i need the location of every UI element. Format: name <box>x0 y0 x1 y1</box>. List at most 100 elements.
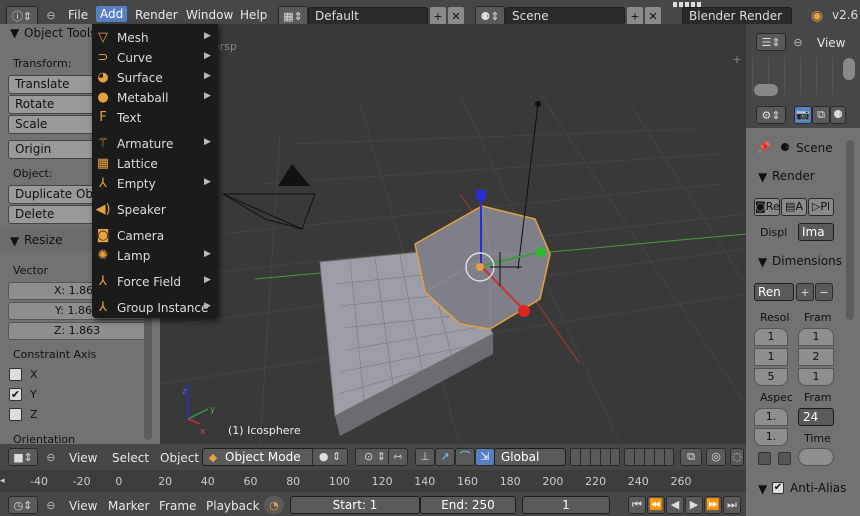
orientation-select[interactable]: Global <box>494 448 566 466</box>
outliner-menu-view[interactable]: View <box>817 36 845 50</box>
transform-manipulator-icon[interactable]: ⊥ <box>415 448 435 466</box>
viewport-shading-select[interactable]: ● ⇕ <box>312 448 348 466</box>
render-image-button[interactable]: ◙Ren <box>754 198 780 216</box>
jump-end-icon[interactable]: ⏭ <box>723 496 741 514</box>
fps-select[interactable]: 24 <box>798 408 834 426</box>
outliner-hscroll[interactable] <box>754 84 778 96</box>
properties-editor-icon[interactable]: ⚙⇕ <box>756 106 786 124</box>
current-frame-field[interactable]: 1 <box>522 496 610 514</box>
axis-z-checkbox[interactable] <box>9 408 22 421</box>
menu-select[interactable]: Select <box>112 451 149 465</box>
translate-manipulator-icon[interactable]: ↗ <box>435 448 455 466</box>
play-reverse-icon[interactable]: ◀ <box>666 496 684 514</box>
layers-grid-a[interactable] <box>570 448 620 466</box>
scene-tab-icon[interactable]: ⚈ <box>830 106 846 124</box>
frame-end-field[interactable]: 2 <box>798 348 834 366</box>
properties-scrollbar[interactable] <box>846 140 854 320</box>
layers-grid-b[interactable] <box>624 448 674 466</box>
aspect-y-field[interactable]: 1. <box>754 428 788 446</box>
render-engine-select[interactable]: Blender Render <box>682 7 792 25</box>
add-region-icon[interactable]: + <box>730 52 744 66</box>
frame-step-field[interactable]: 1 <box>798 368 834 386</box>
add-menu-item-metaball[interactable]: ● Metaball ▶ <box>92 88 218 108</box>
render-animation-button[interactable]: ▤A <box>781 198 807 216</box>
add-menu-item-armature[interactable]: ⚚ Armature ▶ <box>92 134 218 154</box>
render-panel-header[interactable]: ▼ Render <box>752 167 842 187</box>
layout-field[interactable]: Default <box>308 7 428 25</box>
anti-alias-checkbox[interactable]: ✔ <box>772 482 784 494</box>
time-remap-field[interactable] <box>798 448 834 466</box>
axis-y-checkbox[interactable]: ✔ <box>9 388 22 401</box>
add-menu-item-lattice[interactable]: ▦ Lattice <box>92 154 218 174</box>
display-select[interactable]: Ima <box>798 223 834 241</box>
collapse-menu-icon[interactable]: ⊖ <box>791 35 805 49</box>
end-frame-field[interactable]: End: 250 <box>420 496 516 514</box>
resolution-y-field[interactable]: 1 <box>754 348 788 366</box>
add-menu-item-lamp[interactable]: ✺ Lamp ▶ <box>92 246 218 266</box>
timeline-menu-playback[interactable]: Playback <box>206 499 260 513</box>
render-preset-select[interactable]: Ren <box>754 283 794 301</box>
jump-keyframe-back-icon[interactable]: ⏪ <box>647 496 665 514</box>
dimensions-panel-header[interactable]: ▼ Dimensions <box>752 252 842 272</box>
add-menu-item-curve[interactable]: ⊃ Curve ▶ <box>92 48 218 68</box>
add-menu-item-mesh[interactable]: ▽ Mesh ▶ <box>92 28 218 48</box>
scale-manipulator-icon[interactable]: ⇲ <box>475 448 495 466</box>
rotate-manipulator-icon[interactable]: ⌒ <box>455 448 475 466</box>
crop-checkbox[interactable] <box>778 452 791 465</box>
collapse-menu-icon[interactable]: ⊖ <box>44 8 58 22</box>
play-icon[interactable]: ▶ <box>685 496 703 514</box>
delete-scene-button[interactable]: ✕ <box>645 7 661 25</box>
add-layout-button[interactable]: + <box>430 7 446 25</box>
add-menu-item-group-instance[interactable]: ⅄ Group Instance ▶ <box>92 298 218 318</box>
scene-icon[interactable]: ⚈⇕ <box>475 6 505 26</box>
aspect-x-field[interactable]: 1. <box>754 408 788 426</box>
add-preset-icon[interactable]: + <box>796 283 814 301</box>
snap-icon[interactable]: ◌ <box>730 448 744 466</box>
keying-set-icon[interactable]: ◔ <box>264 496 284 514</box>
jump-start-icon[interactable]: ⏮ <box>628 496 646 514</box>
delete-layout-button[interactable]: ✕ <box>448 7 464 25</box>
render-layers-tab-icon[interactable]: ⧉ <box>812 106 830 124</box>
vector-z-field[interactable]: Z: 1.863 <box>8 322 146 340</box>
editor-type-cube-icon[interactable]: ■⇕ <box>8 448 38 466</box>
outliner-vscroll[interactable] <box>843 58 855 80</box>
menu-file[interactable]: File <box>68 8 88 22</box>
resolution-x-field[interactable]: 1 <box>754 328 788 346</box>
drag-grip-icon[interactable] <box>673 2 703 7</box>
render-tab-icon[interactable]: 📷 <box>794 106 812 124</box>
collapse-menu-icon[interactable]: ⊖ <box>44 450 58 464</box>
scene-field[interactable]: Scene <box>505 7 625 25</box>
add-menu-item-speaker[interactable]: ◀) Speaker <box>92 200 218 220</box>
frame-start-field[interactable]: 1 <box>798 328 834 346</box>
layer-lock-icon[interactable]: ⧉ <box>680 448 702 466</box>
layout-icon[interactable]: ▦⇕ <box>278 6 308 26</box>
timeline-menu-marker[interactable]: Marker <box>108 499 149 513</box>
manipulator-icon[interactable]: ⇿ <box>388 448 408 466</box>
proportional-edit-icon[interactable]: ◎ <box>706 448 726 466</box>
menu-render[interactable]: Render <box>135 8 178 22</box>
start-frame-field[interactable]: Start: 1 <box>290 496 420 514</box>
collapse-menu-icon[interactable]: ⊖ <box>44 498 58 512</box>
scroll-left-icon[interactable]: ◂ <box>0 476 8 488</box>
anti-alias-panel-header[interactable]: ▼ ✔ Anti-Alias <box>752 478 852 500</box>
menu-help[interactable]: Help <box>240 8 267 22</box>
menu-window[interactable]: Window <box>186 8 233 22</box>
editor-type-button[interactable]: ⓘ⇕ <box>6 6 38 26</box>
remove-preset-icon[interactable]: − <box>815 283 833 301</box>
add-menu-item-force-field[interactable]: ⅄ Force Field ▶ <box>92 272 218 292</box>
timeline-editor-icon[interactable]: ◷⇕ <box>8 496 38 514</box>
add-scene-button[interactable]: + <box>627 7 643 25</box>
timeline-menu-frame[interactable]: Frame <box>159 499 196 513</box>
jump-keyframe-forward-icon[interactable]: ⏩ <box>704 496 722 514</box>
menu-view[interactable]: View <box>69 451 97 465</box>
pin-icon[interactable]: 📌 <box>756 139 772 155</box>
menu-add[interactable]: Add <box>96 6 128 22</box>
add-menu-item-surface[interactable]: ◕ Surface ▶ <box>92 68 218 88</box>
add-menu-item-camera[interactable]: ◙ Camera <box>92 226 218 246</box>
menu-object[interactable]: Object <box>160 451 199 465</box>
outliner-editor-icon[interactable]: ☰⇕ <box>756 33 786 51</box>
border-checkbox[interactable] <box>758 452 771 465</box>
timeline-menu-view[interactable]: View <box>69 499 97 513</box>
resolution-percent-field[interactable]: 5 <box>754 368 788 386</box>
play-render-button[interactable]: ▷Pl <box>808 198 834 216</box>
